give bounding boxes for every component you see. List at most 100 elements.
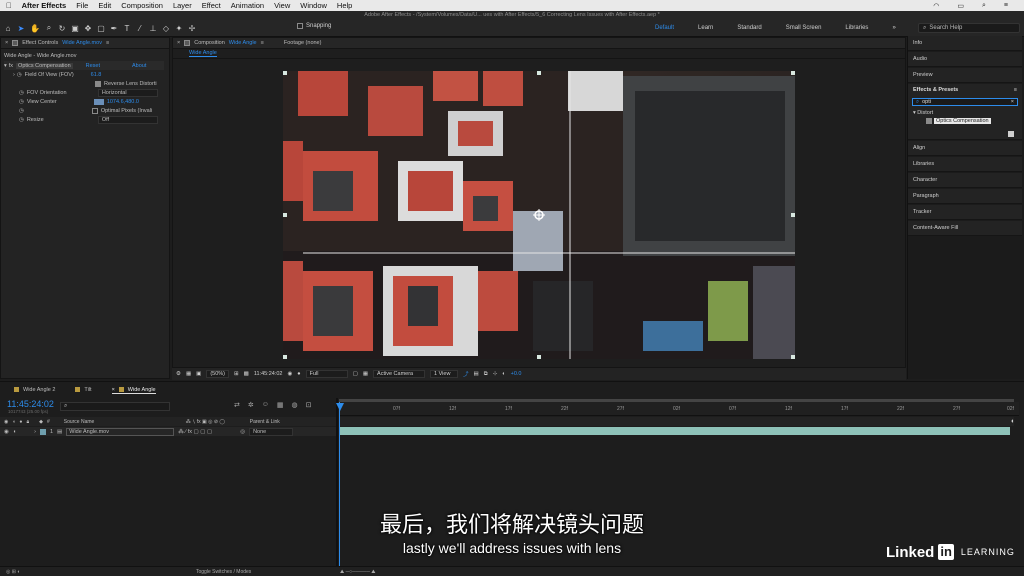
frame-blending-icon[interactable]: ▦ — [277, 401, 284, 409]
timeline-tab-wide-angle[interactable]: × Wide Angle — [111, 387, 156, 394]
transparency-icon[interactable]: ▦ — [363, 371, 368, 377]
motion-blur-icon[interactable]: ◍ — [292, 401, 298, 409]
grid-guides-icon[interactable]: ⊞ — [234, 371, 239, 377]
footage-tab[interactable]: Footage (none) — [284, 40, 322, 46]
menu-composition[interactable]: Composition — [121, 1, 163, 10]
stopwatch-icon[interactable]: ◷ — [19, 108, 24, 114]
comp-flowchart-icon[interactable]: ⧉ — [484, 371, 488, 378]
timeline-layer-row[interactable]: ◉ ◖ › 1 ▤ Wide Angle.mov ⁂ ∕ fx ▢ ▢ ▢ ◎ … — [0, 427, 336, 436]
workspace-learn[interactable]: Learn — [698, 25, 713, 31]
panel-menu-icon[interactable]: ≡ — [1014, 87, 1017, 93]
composition-tab-label[interactable]: Composition — [194, 40, 225, 46]
playhead-handle-icon[interactable] — [336, 403, 344, 411]
optimal-pixels-checkbox[interactable] — [91, 107, 98, 114]
search-spotlight-icon[interactable]: ⌕ — [982, 2, 986, 10]
stopwatch-icon[interactable]: ◷ — [17, 72, 22, 78]
panel-menu-icon[interactable]: ≡ — [106, 40, 109, 46]
graph-editor-icon[interactable]: ⊡ — [306, 401, 312, 409]
show-channel-icon[interactable]: ● — [297, 371, 300, 377]
layer-duration-bar[interactable] — [340, 427, 1010, 435]
new-bin-icon[interactable] — [1008, 131, 1014, 137]
layer-switches[interactable]: ⁂ ∕ fx ▢ ▢ ▢ — [178, 429, 236, 435]
parent-link-header[interactable]: Parent & Link — [250, 419, 280, 425]
fov-orientation-dropdown[interactable]: Horizontal — [97, 88, 158, 97]
menu-help[interactable]: Help — [337, 1, 352, 10]
roto-brush-tool-icon[interactable]: ✦ — [175, 24, 183, 33]
video-switch-icon[interactable]: ◉ — [4, 419, 8, 425]
layer-name[interactable]: Wide Angle.mov — [66, 427, 175, 436]
fov-value[interactable]: 61.8 — [91, 72, 102, 78]
views-dropdown[interactable]: 1 View — [430, 370, 459, 378]
flowchart-icon[interactable]: ⊹ — [493, 371, 498, 377]
region-of-interest-icon[interactable]: ▦ — [186, 371, 191, 377]
audio-panel[interactable]: Audio — [908, 52, 1022, 67]
type-tool-icon[interactable]: T — [123, 24, 131, 33]
zoom-tool-icon[interactable]: ⌕ — [45, 23, 53, 33]
resize-dropdown[interactable]: Off — [97, 115, 158, 124]
snapshot-icon[interactable]: ◉ — [287, 371, 292, 377]
zoom-dropdown[interactable]: (50%) — [206, 370, 230, 378]
effects-search-field[interactable]: ⌕ opti × — [912, 98, 1018, 106]
clone-stamp-tool-icon[interactable]: ⊥ — [149, 24, 157, 33]
menu-layer[interactable]: Layer — [173, 1, 192, 10]
stopwatch-icon[interactable]: ◷ — [19, 90, 24, 96]
align-panel[interactable]: Align — [908, 141, 1022, 156]
libraries-panel[interactable]: Libraries — [908, 157, 1022, 172]
shy-layers-icon[interactable]: ☺ — [262, 401, 269, 409]
rotate-tool-icon[interactable]: ↻ — [58, 24, 66, 33]
fx-icon[interactable]: fx — [9, 63, 13, 69]
content-aware-fill-panel[interactable]: Content-Aware Fill — [908, 221, 1022, 236]
info-panel[interactable]: Info — [908, 36, 1022, 51]
layer-handle-bottom[interactable] — [537, 355, 541, 359]
composition-viewer[interactable] — [283, 71, 795, 359]
menu-file[interactable]: File — [76, 1, 88, 10]
about-link[interactable]: About — [132, 63, 146, 69]
stopwatch-icon[interactable]: ◷ — [19, 117, 24, 123]
menu-edit[interactable]: Edit — [98, 1, 111, 10]
lock-switch-icon[interactable]: 🔒︎ — [26, 419, 29, 425]
more-workspaces-icon[interactable]: » — [892, 25, 895, 31]
timecode[interactable]: 11:45:24:02 — [254, 371, 283, 377]
layer-label-color[interactable] — [39, 428, 46, 435]
reverse-distortion-checkbox[interactable] — [95, 80, 101, 87]
pick-whip-icon[interactable]: ◎ — [240, 429, 245, 435]
composition-tab-name[interactable]: Wide Angle — [229, 40, 257, 46]
pen-tool-icon[interactable]: ✒ — [110, 24, 118, 33]
effect-controls-tab[interactable]: × Effect Controls Wide Angle.mov ≡ — [1, 38, 169, 49]
comp-mini-flowchart-icon[interactable]: ⇄ — [234, 401, 240, 409]
rectangle-tool-icon[interactable]: ▢ — [97, 24, 105, 33]
menu-effect[interactable]: Effect — [202, 1, 221, 10]
effects-presets-header[interactable]: Effects & Presets ≡ — [908, 84, 1022, 96]
wifi-icon[interactable]: ◠ — [933, 2, 939, 10]
home-icon[interactable]: ⌂ — [4, 24, 12, 33]
disclosure-triangle-icon[interactable]: › — [34, 429, 36, 435]
close-icon[interactable]: × — [5, 40, 8, 46]
toggle-switches-modes[interactable]: Toggle Switches / Modes — [196, 569, 251, 575]
battery-icon[interactable]: ▭ — [957, 2, 964, 10]
preview-panel[interactable]: Preview — [908, 68, 1022, 83]
audio-visibility-icon[interactable]: ◖ — [13, 429, 16, 435]
disclosure-triangle-icon[interactable]: ▾ — [913, 110, 916, 116]
layer-handle-top[interactable] — [537, 71, 541, 75]
crosshair-icon[interactable] — [93, 98, 104, 105]
layer-handle-top-left[interactable] — [283, 71, 287, 75]
timeline-search-field[interactable]: ⌕ — [60, 402, 170, 411]
disclosure-triangle-icon[interactable]: › — [13, 72, 15, 78]
solo-switch-icon[interactable]: ● — [19, 419, 22, 425]
parent-dropdown[interactable]: None — [249, 427, 294, 436]
label-column-icon[interactable]: ◆ — [39, 419, 43, 425]
timeline-icon[interactable]: ▤ — [474, 371, 479, 377]
menu-window[interactable]: Window — [300, 1, 327, 10]
workspace-default[interactable]: Default — [655, 25, 674, 31]
current-time-display[interactable]: 11:45:24:02 — [7, 399, 54, 409]
reset-exposure-icon[interactable]: ◐ — [502, 371, 505, 377]
always-preview-icon[interactable]: ⚙ — [176, 371, 181, 377]
timeline-tab-wide-angle-2[interactable]: Wide Angle 2 — [14, 387, 55, 393]
eraser-tool-icon[interactable]: ◇ — [162, 24, 170, 33]
source-name-header[interactable]: Source Name — [64, 419, 182, 425]
reset-link[interactable]: Reset — [86, 63, 100, 69]
workspace-libraries[interactable]: Libraries — [845, 25, 868, 31]
workspace-small-screen[interactable]: Small Screen — [786, 25, 822, 31]
panel-lock-icon[interactable] — [12, 40, 19, 46]
panel-lock-icon[interactable] — [184, 40, 191, 46]
